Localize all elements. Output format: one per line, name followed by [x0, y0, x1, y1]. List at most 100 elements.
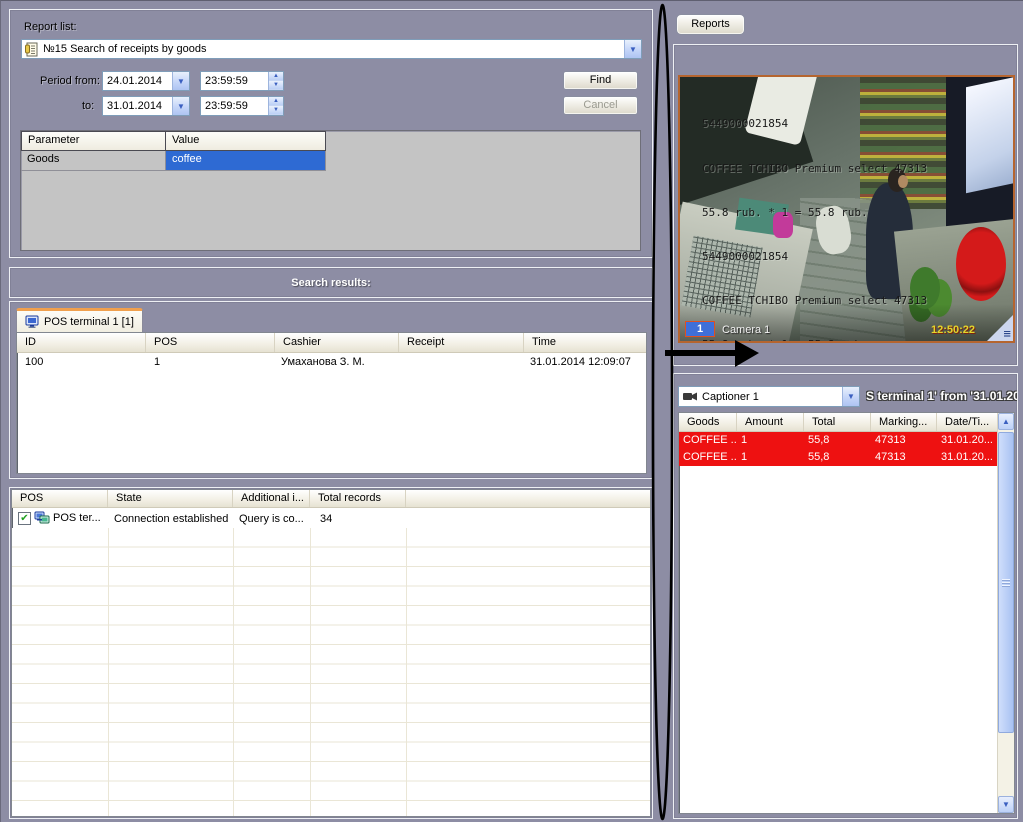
parameters-table-header: Parameter Value [21, 131, 640, 151]
spin-down-icon[interactable]: ▼ [269, 106, 283, 115]
scroll-down-icon[interactable]: ▼ [998, 796, 1014, 813]
status-state-cell: Connection established [108, 510, 233, 527]
pos-enabled-checkbox[interactable]: ✔ [18, 512, 31, 525]
overlay-line: 5449000021854 [702, 117, 927, 132]
col-cashier[interactable]: Cashier [275, 333, 399, 352]
vertical-scrollbar[interactable]: ▲ ▼ [997, 413, 1014, 813]
parameter-name-cell[interactable]: Goods [21, 151, 166, 171]
spin-up-icon[interactable]: ▲ [269, 72, 283, 81]
time-from-spinner[interactable]: 23:59:59 ▲▼ [200, 71, 284, 91]
time-to-spinner[interactable]: 23:59:59 ▲▼ [200, 96, 284, 116]
scene-monitor-screen [966, 77, 1015, 193]
col-marking[interactable]: Marking... [871, 413, 937, 431]
search-results-band: Search results: [9, 267, 653, 298]
date-from-combobox[interactable]: 24.01.2014 ▼ [102, 71, 190, 91]
camera-overlay-text: 5449000021854 COFFEE TCHIBO Premium sele… [702, 88, 927, 343]
find-button[interactable]: Find [563, 71, 638, 90]
spin-down-icon[interactable]: ▼ [269, 81, 283, 90]
overlay-line: COFFEE TCHIBO Premium select 47313 [702, 162, 927, 177]
results-table-header: ID POS Cashier Receipt Time [17, 333, 646, 353]
search-results-title: Search results: [10, 277, 652, 289]
monitor-icon [25, 315, 39, 328]
results-table: ID POS Cashier Receipt Time 100 1 Умахан… [16, 332, 647, 474]
col-goods[interactable]: Goods [679, 413, 737, 431]
col-id[interactable]: ID [17, 333, 146, 352]
marking-cell: 47313 [871, 432, 937, 449]
status-additional-cell: Query is co... [233, 510, 310, 527]
grid-vline [108, 528, 109, 816]
parameter-value-cell[interactable]: coffee [166, 151, 326, 171]
captioner-combo-value: Captioner 1 [698, 391, 842, 403]
datetime-cell: 31.01.20... [937, 449, 997, 466]
captioner-dropdown-arrow-icon[interactable]: ▼ [842, 387, 859, 406]
reports-button[interactable]: Reports [676, 14, 745, 35]
date-to-dropdown-arrow-icon[interactable]: ▼ [172, 97, 189, 115]
amount-cell: 1 [737, 432, 804, 449]
col-receipt[interactable]: Receipt [399, 333, 524, 352]
tab-label: POS terminal 1 [1] [44, 316, 134, 328]
marking-cell: 47313 [871, 449, 937, 466]
datetime-cell: 31.01.20... [937, 432, 997, 449]
camera-panel: 5449000021854 COFFEE TCHIBO Premium sele… [673, 44, 1018, 366]
col-state[interactable]: State [108, 490, 233, 507]
col-pos[interactable]: POS [146, 333, 275, 352]
table-row[interactable]: 100 1 Умаханова З. М. 31.01.2014 12:09:0… [17, 353, 646, 371]
tab-pos-terminal-1[interactable]: POS terminal 1 [1] [16, 308, 143, 332]
cancel-button[interactable]: Cancel [563, 96, 638, 115]
report-list-combobox[interactable]: №15 Search of receipts by goods ▼ [21, 39, 642, 59]
time-to-value: 23:59:59 [201, 100, 268, 112]
pos-cell: 1 [146, 353, 275, 371]
col-time[interactable]: Time [524, 333, 646, 352]
scrollbar-thumb[interactable] [998, 432, 1014, 733]
col-pos[interactable]: POS [12, 490, 108, 507]
date-from-dropdown-arrow-icon[interactable]: ▼ [172, 72, 189, 90]
status-pos-cell: POS ter... [53, 512, 101, 524]
col-amount[interactable]: Amount [737, 413, 804, 431]
overlay-line: 55.8 rub. * 1 = 55.8 rub. [702, 206, 927, 221]
status-row[interactable]: ✔ POS ter... Connection established Quer… [12, 508, 650, 528]
col-datetime[interactable]: Date/Ti... [937, 413, 997, 431]
network-computer-icon [34, 511, 50, 525]
time-to-spin-buttons[interactable]: ▲▼ [268, 97, 283, 115]
id-cell: 100 [17, 353, 146, 371]
parameter-row[interactable]: Goods coffee [21, 151, 640, 171]
time-from-spin-buttons[interactable]: ▲▼ [268, 72, 283, 90]
spin-up-icon[interactable]: ▲ [269, 97, 283, 106]
camera-menu-icon[interactable]: ≡ [1003, 327, 1011, 340]
col-total[interactable]: Total [804, 413, 871, 431]
receipt-cell [399, 353, 524, 371]
total-cell: 55,8 [804, 449, 871, 466]
overlay-line: COFFEE TCHIBO Premium select 47313 [702, 294, 927, 309]
col-total-records[interactable]: Total records [310, 490, 406, 507]
captioner-table-header: Goods Amount Total Marking... Date/Ti... [679, 413, 997, 432]
report-list-dropdown-arrow-icon[interactable]: ▼ [624, 40, 641, 58]
scroll-up-icon[interactable]: ▲ [998, 413, 1014, 430]
overlay-line: 5449000021854 [702, 250, 927, 265]
col-empty [406, 490, 650, 507]
status-total-cell: 34 [310, 510, 406, 527]
report-list-label: Report list: [24, 21, 77, 33]
thumb-grip [1002, 579, 1010, 587]
camera-number-badge: 1 [685, 321, 715, 337]
receipt-row[interactable]: COFFEE ... 1 55,8 47313 31.01.20... [679, 432, 997, 449]
camera-view[interactable]: 5449000021854 COFFEE TCHIBO Premium sele… [678, 75, 1015, 343]
goods-cell: COFFEE ... [679, 449, 737, 466]
camera-name: Camera 1 [722, 324, 770, 336]
grid-vline [310, 528, 311, 816]
status-table-grid [12, 528, 650, 816]
date-to-combobox[interactable]: 31.01.2014 ▼ [102, 96, 190, 116]
parameter-column-header[interactable]: Parameter [21, 131, 166, 151]
pos-monitor-window: Report list: №15 Search of receipts by g… [0, 0, 1023, 822]
value-column-header[interactable]: Value [166, 131, 326, 151]
grid-vline [233, 528, 234, 816]
status-table-header: POS State Additional i... Total records [12, 490, 650, 508]
parameters-table: Parameter Value Goods coffee [20, 130, 641, 251]
report-form-panel: Report list: №15 Search of receipts by g… [9, 9, 653, 258]
pos-status-panel: POS State Additional i... Total records … [9, 487, 653, 819]
search-results-panel: POS terminal 1 [1] ID POS Cashier Receip… [9, 301, 653, 479]
col-additional[interactable]: Additional i... [233, 490, 310, 507]
total-cell: 55,8 [804, 432, 871, 449]
period-from-label: Period from: [40, 75, 100, 87]
captioner-combobox[interactable]: Captioner 1 ▼ [678, 386, 860, 407]
receipt-row[interactable]: COFFEE ... 1 55,8 47313 31.01.20... [679, 449, 997, 466]
